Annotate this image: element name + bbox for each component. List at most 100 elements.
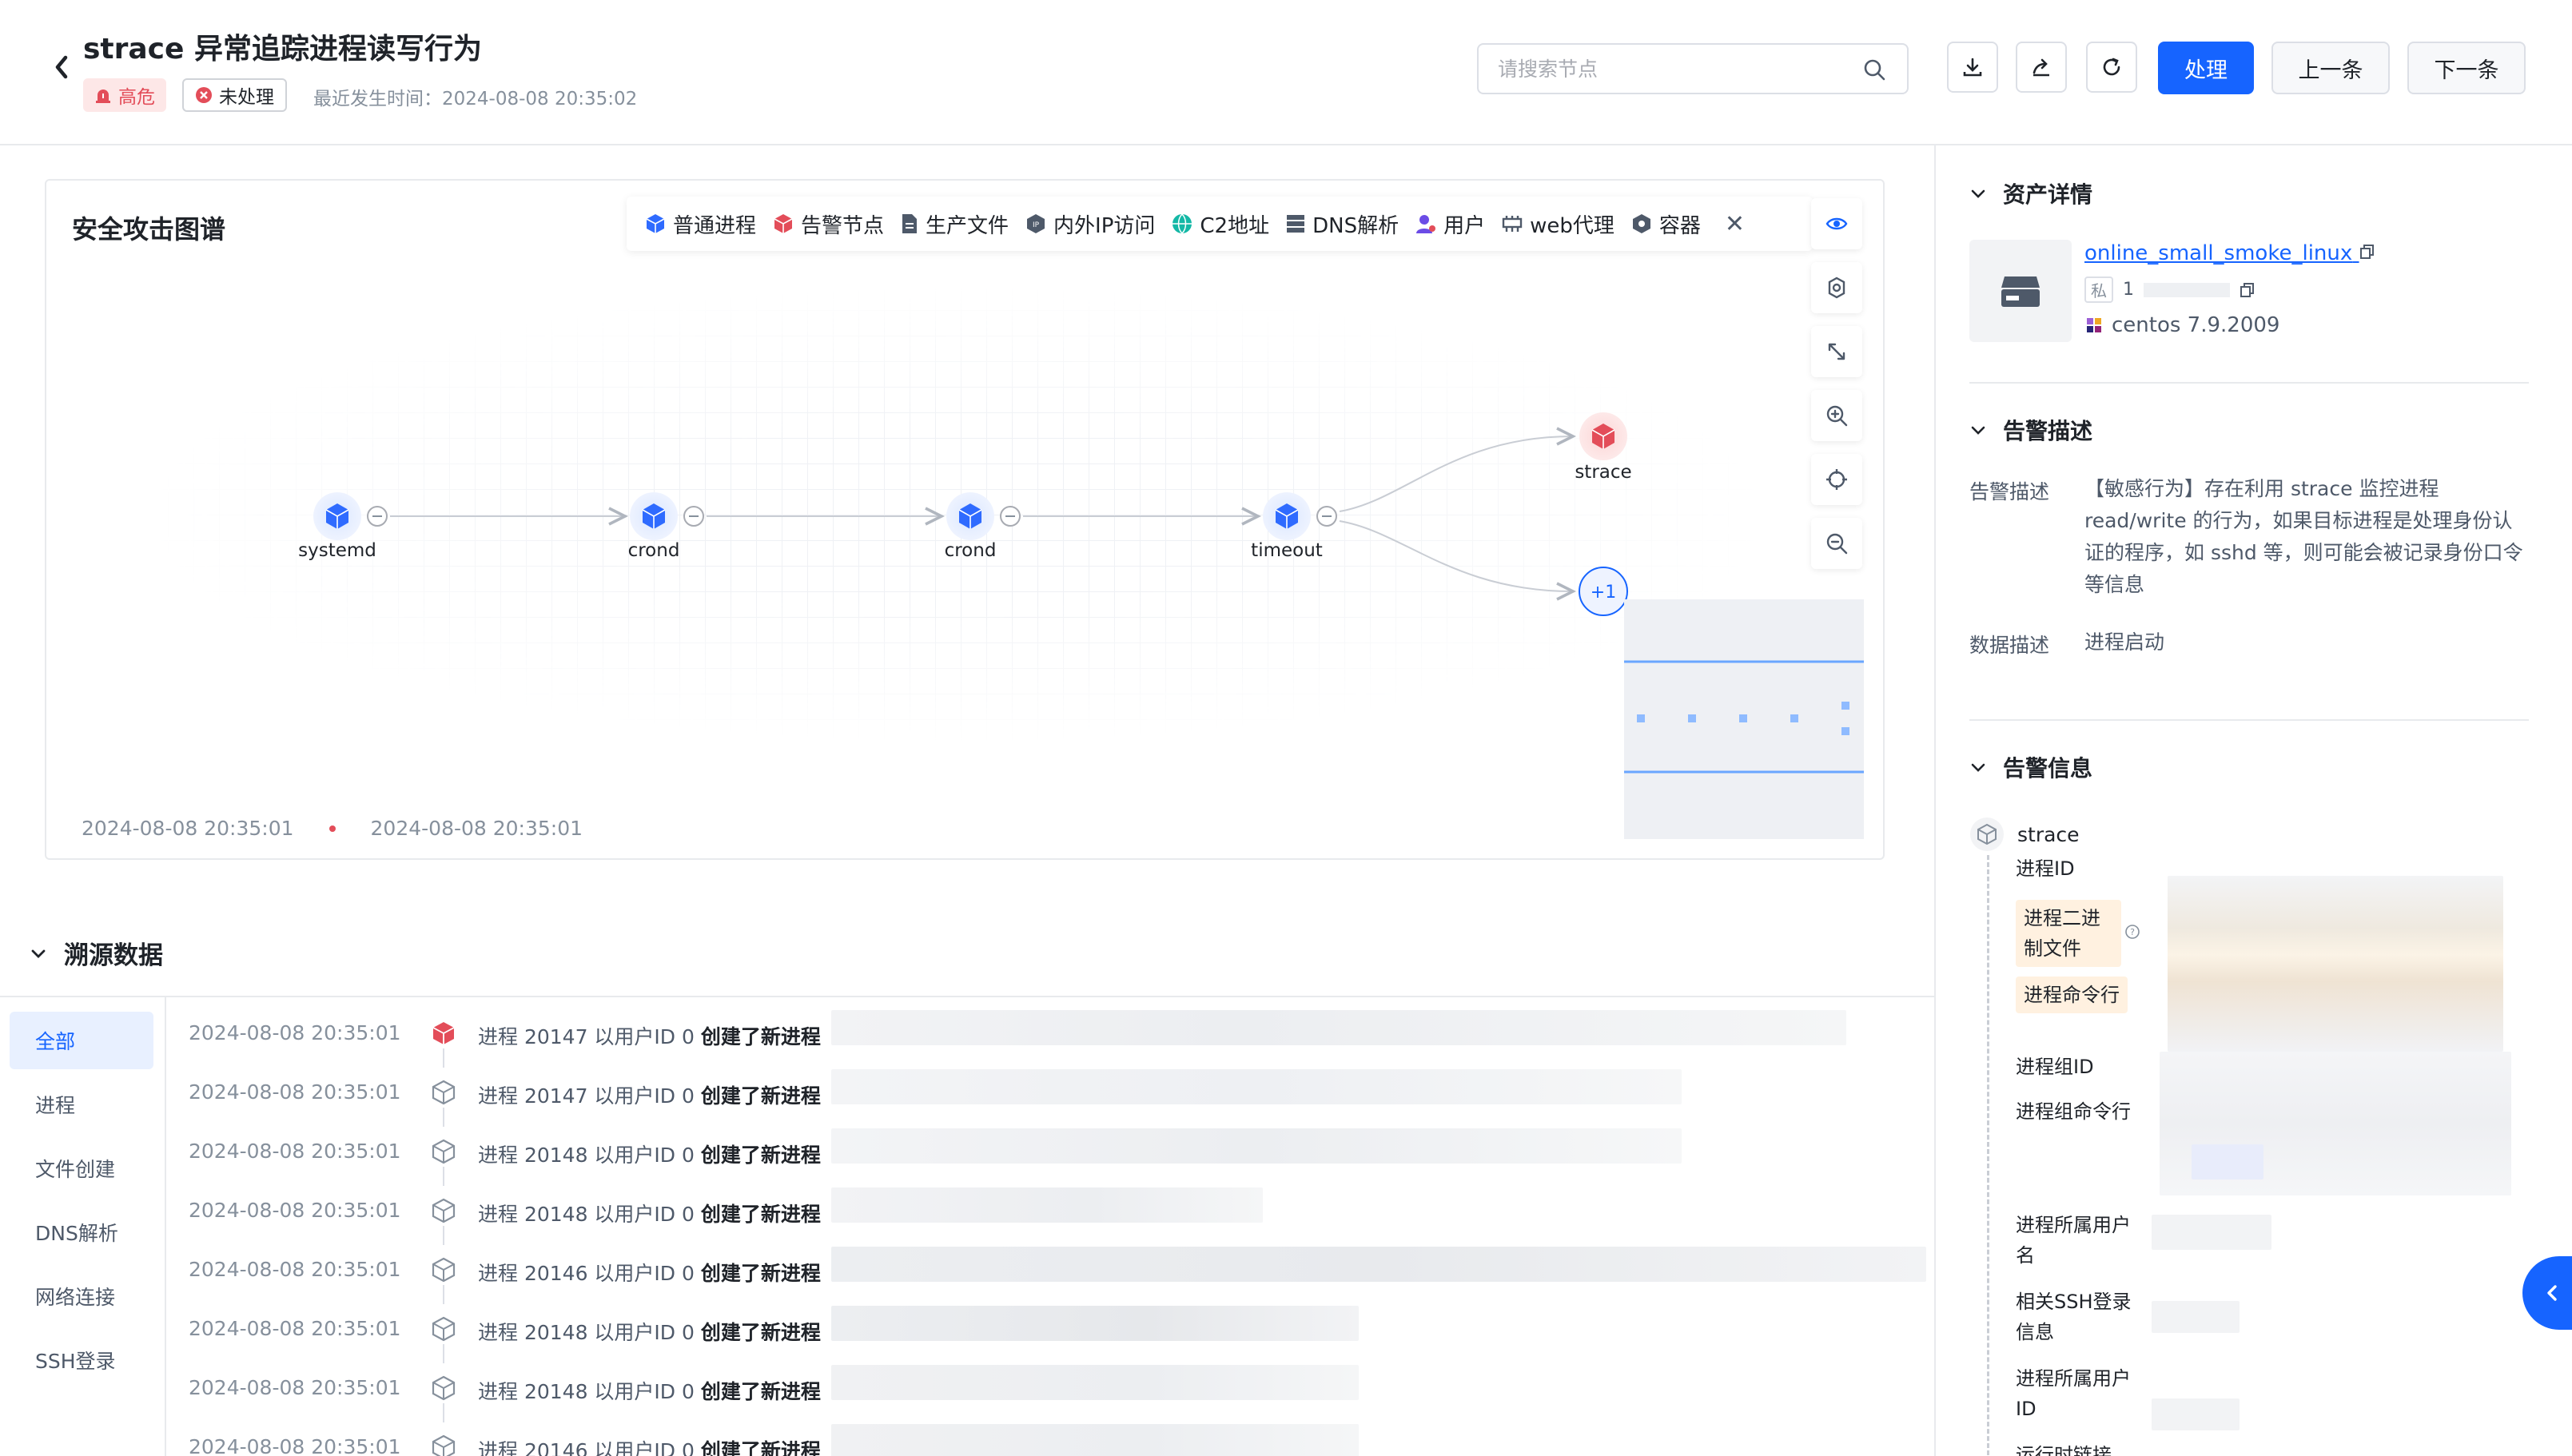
- row-text: 进程 20146 以用户ID 0 创建了新进程: [478, 1258, 821, 1287]
- field-cmdline: 进程命令行: [2016, 977, 2128, 1013]
- graph-node-timeout[interactable]: [1263, 492, 1337, 540]
- alert-desc-key: 告警描述: [1969, 480, 2050, 503]
- redacted-values: [2152, 1301, 2240, 1333]
- row-time: 2024-08-08 20:35:01: [189, 1140, 401, 1163]
- graph-node-strace[interactable]: [1579, 412, 1627, 460]
- help-icon[interactable]: ?: [2124, 924, 2140, 940]
- chevron-left-icon: [2547, 1285, 2557, 1301]
- node-label: crond: [944, 540, 997, 561]
- row-time: 2024-08-08 20:35:01: [189, 1435, 401, 1456]
- nav-item-network[interactable]: 网络连接: [10, 1267, 153, 1325]
- graph-node-crond-1[interactable]: [630, 492, 704, 540]
- row-time: 2024-08-08 20:35:01: [189, 1080, 401, 1104]
- field-runtime-link: 运行时链接: [2016, 1444, 2112, 1456]
- row-subject: 进程 20148 以用户ID 0: [478, 1203, 695, 1226]
- row-text: 进程 20148 以用户ID 0 创建了新进程: [478, 1317, 821, 1346]
- copy-icon[interactable]: [2240, 282, 2255, 298]
- data-desc-value: 进程启动: [2084, 631, 2165, 654]
- field-uid: 进程所属用户ID: [2016, 1367, 2131, 1420]
- graph-timeline: 2024-08-08 20:35:01 2024-08-08 20:35:01: [82, 817, 583, 840]
- node-label: crond: [627, 540, 680, 561]
- asset-os: centos 7.9.2009: [2084, 313, 2279, 337]
- redacted-detail: [831, 1069, 1682, 1104]
- trace-section-header[interactable]: 溯源数据: [29, 935, 163, 971]
- nav-item-process[interactable]: 进程: [10, 1076, 153, 1133]
- latest-time: 2024-08-08 20:35:02: [442, 89, 638, 109]
- asset-name: online_small_smoke_linux: [2084, 241, 2353, 265]
- trace-list: 2024-08-08 20:35:01 进程 20147 以用户ID 0 创建了…: [166, 997, 1934, 1456]
- trace-row[interactable]: 2024-08-08 20:35:01 进程 20147 以用户ID 0 创建了…: [166, 1004, 1934, 1068]
- severity-badge: 高危: [83, 78, 166, 112]
- trace-row[interactable]: 2024-08-08 20:35:01 进程 20148 以用户ID 0 创建了…: [166, 1122, 1934, 1186]
- row-action: 创建了新进程: [700, 1084, 821, 1108]
- row-action: 创建了新进程: [700, 1439, 821, 1456]
- nav-item-ssh[interactable]: SSH登录: [10, 1331, 153, 1389]
- row-action: 创建了新进程: [700, 1321, 821, 1344]
- redacted-values: [2152, 1215, 2271, 1250]
- row-subject: 进程 20148 以用户ID 0: [478, 1380, 695, 1403]
- refresh-icon: [2103, 58, 2120, 76]
- node-label: timeout: [1251, 540, 1323, 561]
- alert-info-title: 告警信息: [2003, 755, 2093, 782]
- status-label: 未处理: [219, 87, 274, 108]
- share-icon: [2033, 58, 2049, 77]
- node-search: [1477, 43, 1909, 94]
- divider: [1969, 382, 2529, 384]
- search-icon[interactable]: [1862, 58, 1886, 82]
- copy-icon[interactable]: [2359, 244, 2375, 260]
- search-input[interactable]: [1479, 45, 1830, 93]
- process-cube-outline-icon: [432, 1198, 456, 1223]
- trace-row[interactable]: 2024-08-08 20:35:01 进程 20148 以用户ID 0 创建了…: [166, 1359, 1934, 1422]
- asset-thumbnail: [1969, 240, 2072, 342]
- latest-occurrence: 最近发生时间：2024-08-08 20:35:02: [313, 83, 637, 110]
- ip-value: 1: [2123, 280, 2134, 300]
- redacted-values: [2168, 876, 2503, 1052]
- trace-row[interactable]: 2024-08-08 20:35:01 进程 20146 以用户ID 0 创建了…: [166, 1240, 1934, 1304]
- trace-row[interactable]: 2024-08-08 20:35:01 进程 20146 以用户ID 0 创建了…: [166, 1418, 1934, 1456]
- refresh-button[interactable]: [2086, 42, 2137, 93]
- row-text: 进程 20147 以用户ID 0 创建了新进程: [478, 1021, 821, 1050]
- graph-node-more[interactable]: +1: [1579, 567, 1628, 616]
- share-button[interactable]: [2016, 42, 2067, 93]
- row-subject: 进程 20147 以用户ID 0: [478, 1084, 695, 1108]
- asset-name-link[interactable]: online_small_smoke_linux: [2084, 241, 2375, 265]
- field-pid: 进程ID: [2016, 857, 2075, 880]
- row-subject: 进程 20146 以用户ID 0: [478, 1262, 695, 1285]
- graph-node-crond-2[interactable]: [946, 492, 1021, 540]
- download-icon: [1963, 58, 1982, 77]
- trace-row[interactable]: 2024-08-08 20:35:01 进程 20148 以用户ID 0 创建了…: [166, 1181, 1934, 1245]
- asset-title: 资产详情: [2003, 181, 2093, 208]
- process-cube-outline-icon: [432, 1257, 456, 1283]
- back-button[interactable]: [50, 50, 74, 85]
- alert-info-header[interactable]: 告警信息: [1969, 751, 2092, 783]
- row-time: 2024-08-08 20:35:01: [189, 1376, 401, 1399]
- alert-desc-header[interactable]: 告警描述: [1969, 414, 2092, 446]
- redacted-ip: [2144, 282, 2230, 297]
- process-cube-outline-icon: [432, 1434, 456, 1456]
- row-text: 进程 20147 以用户ID 0 创建了新进程: [478, 1080, 821, 1109]
- trace-row[interactable]: 2024-08-08 20:35:01 进程 20148 以用户ID 0 创建了…: [166, 1299, 1934, 1363]
- process-cube-outline-icon: [432, 1375, 456, 1401]
- nav-item-all[interactable]: 全部: [10, 1012, 153, 1069]
- row-text: 进程 20146 以用户ID 0 创建了新进程: [478, 1435, 821, 1456]
- trace-row[interactable]: 2024-08-08 20:35:01 进程 20147 以用户ID 0 创建了…: [166, 1063, 1934, 1127]
- asset-section-header[interactable]: 资产详情: [1969, 177, 2092, 209]
- graph-node-systemd[interactable]: [313, 492, 388, 540]
- nav-item-dns[interactable]: DNS解析: [10, 1203, 153, 1261]
- graph-minimap[interactable]: [1624, 599, 1864, 839]
- alert-cube-icon: [432, 1022, 455, 1044]
- next-button[interactable]: 下一条: [2407, 42, 2526, 94]
- alarm-icon: [96, 90, 110, 103]
- more-count: +1: [1591, 583, 1616, 603]
- handle-button[interactable]: 处理: [2158, 42, 2254, 94]
- attack-graph-canvas: +1: [313, 412, 1628, 616]
- download-button[interactable]: [1947, 42, 1998, 93]
- header: strace 异常追踪进程读写行为 高危 未处理 最近发生时间：2024-08-…: [0, 0, 2572, 145]
- prev-button[interactable]: 上一条: [2271, 42, 2390, 94]
- row-action: 创建了新进程: [700, 1144, 821, 1167]
- redacted-detail: [831, 1365, 1359, 1400]
- severity-label: 高危: [118, 87, 155, 108]
- timeline-marker: [328, 825, 336, 832]
- page-root: strace 异常追踪进程读写行为 高危 未处理 最近发生时间：2024-08-…: [0, 0, 2572, 1456]
- nav-item-file-create[interactable]: 文件创建: [10, 1140, 153, 1197]
